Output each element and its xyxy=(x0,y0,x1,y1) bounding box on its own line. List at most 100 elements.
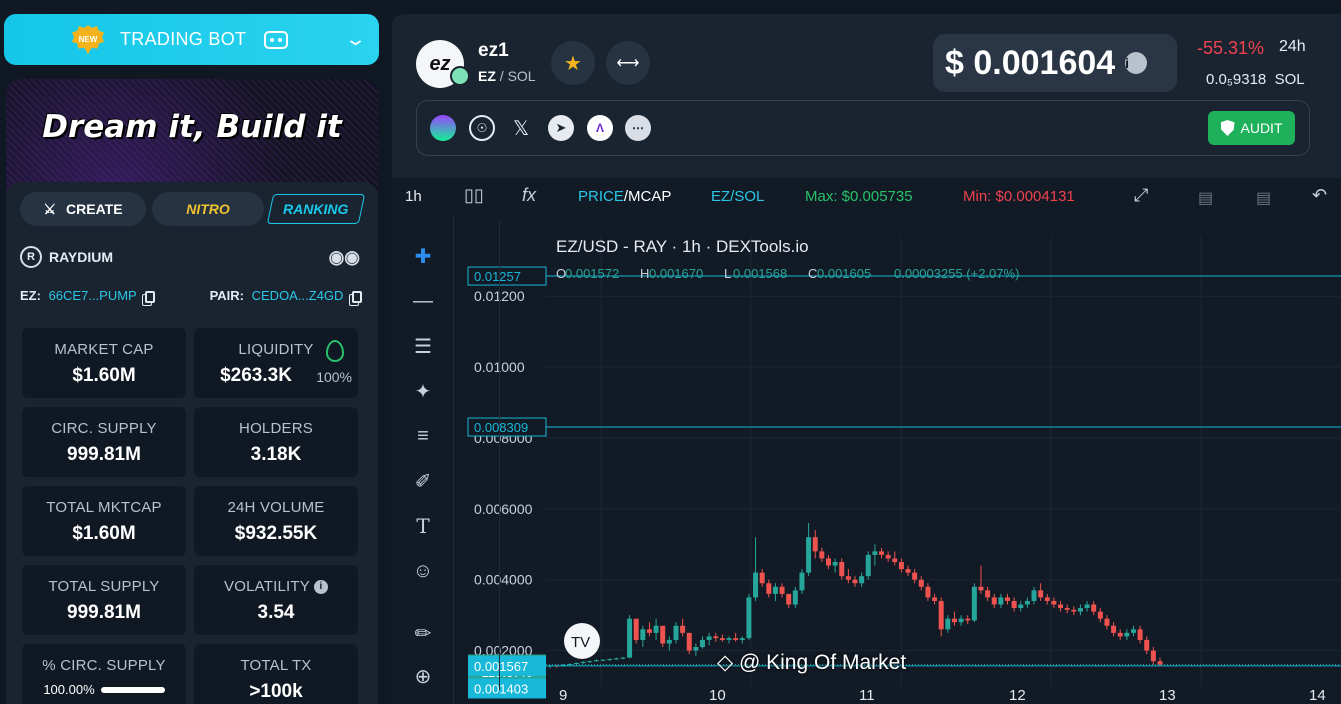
undo-icon[interactable]: ↶ xyxy=(1312,185,1327,206)
stat-label: 24H VOLUME xyxy=(227,499,325,516)
create-button[interactable]: ⚔ CREATE xyxy=(20,192,146,226)
text-icon[interactable]: T xyxy=(408,511,438,541)
token-address-link[interactable]: 66CE7...PUMP xyxy=(49,288,137,303)
candle-body xyxy=(905,569,911,573)
info-icon[interactable]: i xyxy=(1125,52,1148,74)
star-icon: ★ xyxy=(564,52,582,75)
pair-separator: / xyxy=(495,68,508,84)
candle-body xyxy=(779,586,785,594)
app-root: NEW TRADING BOT ⌄ Dream it, Build it ⚔ C… xyxy=(0,0,1341,704)
candle-body xyxy=(832,561,838,566)
interval-selector[interactable]: 1h xyxy=(405,188,422,205)
dexscreener-icon[interactable]: Λ xyxy=(587,115,613,141)
nitro-button[interactable]: NITRO xyxy=(152,192,264,226)
candle-body xyxy=(593,660,599,662)
social-links-bar: ☉ 𝕏 ➤ Λ ⋯ AUDIT xyxy=(416,100,1310,156)
candle-body xyxy=(759,572,765,584)
candlestick-chart[interactable]: 9 10 11 12 13 140.012000.010000.0080000.00600… xyxy=(454,216,1341,704)
copy-icon[interactable] xyxy=(352,290,362,303)
fib-icon[interactable]: ≡ xyxy=(408,421,438,451)
chart-container[interactable]: ✚ — ☰ ✦ ≡ ✐ T ☺ ✏ ⊕ 9 10 11 12 13 14 0.01200 0.… xyxy=(392,216,1341,704)
x-twitter-icon[interactable]: 𝕏 xyxy=(508,115,534,141)
candle-body xyxy=(1137,629,1143,640)
stat-value: 999.81M xyxy=(67,444,141,465)
stat-value: >100k xyxy=(249,681,303,702)
zoom-in-icon[interactable]: ⊕ xyxy=(408,661,438,691)
dex-name: RAYDIUM xyxy=(49,249,114,265)
candle-body xyxy=(660,625,666,644)
promo-banner[interactable]: Dream it, Build it xyxy=(6,79,378,194)
candle-body xyxy=(607,659,613,661)
candle-body xyxy=(1104,618,1110,626)
ohlc-value: 0.001568 xyxy=(733,266,787,281)
shield-icon xyxy=(1220,120,1235,136)
brush-icon[interactable]: ✐ xyxy=(408,466,438,496)
stat-circ-supply: CIRC. SUPPLY 999.81M xyxy=(22,407,186,477)
candle-body xyxy=(1038,590,1044,598)
emoji-icon[interactable]: ☺ xyxy=(408,556,438,586)
globe-icon[interactable]: ☉ xyxy=(469,115,495,141)
candles-icon[interactable]: ▯▯ xyxy=(464,185,484,206)
nitro-label: NITRO xyxy=(186,201,230,217)
stat-24h-volume: 24H VOLUME $932.55K xyxy=(194,486,358,556)
max-price: Max: $0.005735 xyxy=(805,188,913,205)
candle-body xyxy=(706,636,712,640)
share-button[interactable]: ⟷ xyxy=(606,41,650,85)
candle-body xyxy=(1064,608,1070,610)
candle-body xyxy=(985,590,991,598)
candle-body xyxy=(666,639,672,644)
ruler-icon[interactable]: ✏ xyxy=(408,618,438,648)
chart-title: EZ/USD - RAY · 1h · DEXTools.io xyxy=(556,237,809,256)
candle-body xyxy=(898,561,904,570)
liquidity-lock-percent: 100% xyxy=(316,369,352,385)
stat-liquidity: LIQUIDITY $263.3K 100% xyxy=(194,328,358,398)
more-icon[interactable]: ⋯ xyxy=(625,115,651,141)
stat-total-supply: TOTAL SUPPLY 999.81M xyxy=(22,565,186,635)
candle-body xyxy=(733,638,739,640)
candle-body xyxy=(918,579,924,587)
pair-toggle[interactable]: EZ/SOL xyxy=(711,188,764,205)
fullscreen-icon[interactable]: ⤢ xyxy=(1134,185,1148,206)
price-mcap-toggle[interactable]: PRICE/MCAP xyxy=(578,188,671,205)
horizontal-lines-icon[interactable]: ☰ xyxy=(408,331,438,361)
info-icon[interactable]: i xyxy=(313,580,328,595)
candle-body xyxy=(865,554,871,577)
crosshair-icon[interactable]: ✚ xyxy=(408,241,438,271)
volume-chart-icon[interactable]: ▤ xyxy=(1198,188,1213,208)
banner-text: Dream it, Build it xyxy=(42,109,342,145)
candle-body xyxy=(951,618,957,623)
chevron-down-icon[interactable]: ⌄ xyxy=(344,29,367,50)
token-info-panel: ⚔ CREATE NITRO RANKING R RAYDIUM ◉◉ EZ: … xyxy=(6,182,378,704)
trend-line-icon[interactable]: — xyxy=(408,286,438,316)
ranking-button[interactable]: RANKING xyxy=(266,194,366,224)
solana-chain-icon xyxy=(450,66,470,86)
telegram-icon[interactable]: ➤ xyxy=(548,115,574,141)
stat-label: VOLATILITY xyxy=(224,578,310,595)
candle-body xyxy=(1018,604,1024,609)
share-icon: ⟷ xyxy=(616,55,640,72)
stat-volatility: VOLATILITY i 3.54 xyxy=(194,565,358,635)
audit-button[interactable]: AUDIT xyxy=(1208,111,1295,145)
copy-icon[interactable] xyxy=(145,290,156,303)
token-address-label: EZ: xyxy=(20,288,41,303)
binoculars-icon[interactable]: ◉◉ xyxy=(329,247,360,268)
candle-body xyxy=(806,537,812,573)
pattern-icon[interactable]: ✦ xyxy=(408,376,438,406)
create-label: CREATE xyxy=(66,201,123,217)
favorite-button[interactable]: ★ xyxy=(551,41,595,85)
candle-body xyxy=(978,586,984,591)
x-tick-label: 10 xyxy=(709,687,726,704)
ohlc-change: 0.00003255 (+2.07%) xyxy=(894,266,1019,281)
bar-chart-icon[interactable]: ▤ xyxy=(1256,188,1271,208)
candle-body xyxy=(1084,604,1090,609)
solana-icon[interactable] xyxy=(430,115,456,141)
new-badge: NEW xyxy=(72,25,104,54)
stat-value: 3.18K xyxy=(250,444,302,465)
trading-bot-button[interactable]: NEW TRADING BOT ⌄ xyxy=(4,14,379,65)
indicators-icon[interactable]: fx xyxy=(522,185,536,206)
candle-body xyxy=(879,551,885,555)
stat-value: 3.54 xyxy=(257,602,295,623)
candle-body xyxy=(925,586,931,598)
candle-body xyxy=(971,586,977,621)
pair-address-link[interactable]: CEDOA...Z4GD xyxy=(252,288,344,303)
